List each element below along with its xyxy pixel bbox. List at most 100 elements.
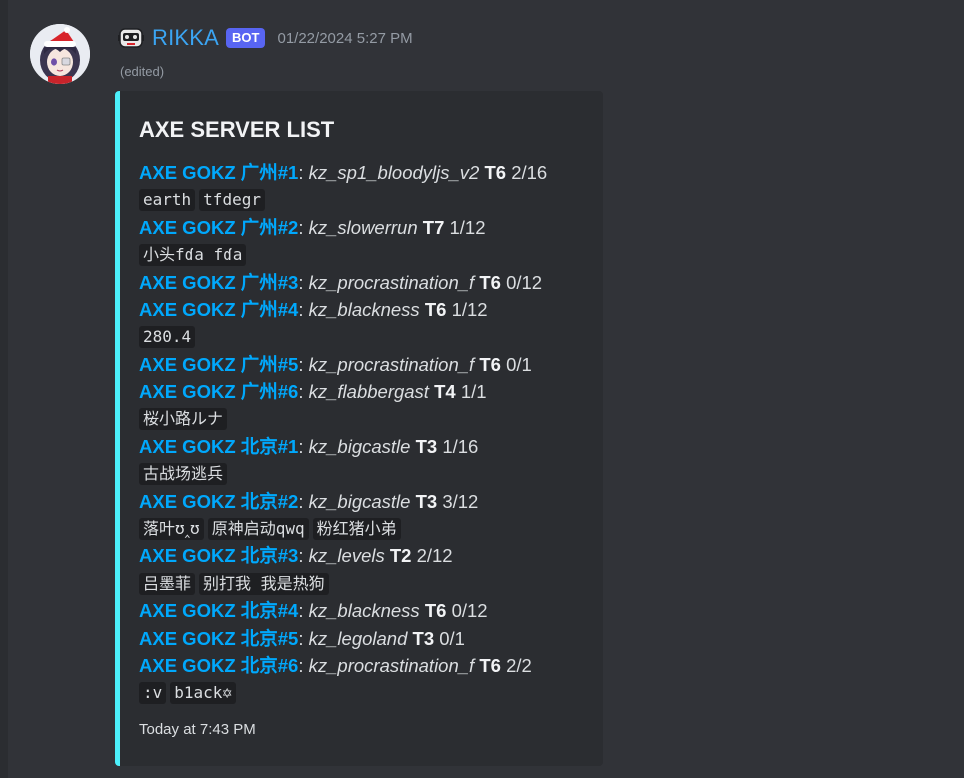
map-tier: T3: [412, 627, 435, 649]
message-timestamp[interactable]: 01/22/2024 5:27 PM: [277, 30, 412, 47]
server-row: AXE GOKZ 广州#5: kz_procrastination_f T6 0…: [139, 351, 599, 378]
map-name: kz_blackness: [308, 600, 420, 622]
player-name: tfdegr: [199, 189, 265, 212]
player-list: 落叶ʊ‸ʊ 原神启动qwq 粉红猪小弟: [139, 515, 599, 542]
map-name: kz_bigcastle: [308, 490, 411, 512]
server-row: AXE GOKZ 广州#4: kz_blackness T6 1/12: [139, 296, 599, 323]
server-name: AXE GOKZ 北京#1: [139, 435, 299, 457]
separator: :: [298, 216, 309, 238]
separator: :: [298, 545, 309, 567]
server-name: AXE GOKZ 广州#3: [139, 271, 299, 293]
server-row: AXE GOKZ 北京#2: kz_bigcastle T3 3/12: [139, 488, 599, 515]
map-tier: T3: [415, 490, 438, 512]
separator: :: [298, 435, 309, 457]
player-count: 1/1: [460, 381, 487, 403]
server-row: AXE GOKZ 北京#4: kz_blackness T6 0/12: [139, 597, 599, 624]
map-tier: T6: [479, 271, 501, 293]
map-name: kz_sp1_bloodyljs_v2: [308, 162, 480, 183]
player-count: 3/12: [442, 490, 479, 512]
server-row: AXE GOKZ 广州#3: kz_procrastination_f T6 0…: [139, 269, 599, 296]
player-count: 1/16: [442, 435, 479, 457]
separator: :: [298, 490, 309, 512]
separator: :: [298, 627, 309, 649]
player-name: earth: [139, 189, 196, 212]
map-tier: T6: [484, 162, 507, 183]
server-list-embed: AXE SERVER LIST AXE GOKZ 广州#1: kz_sp1_bl…: [115, 91, 603, 766]
player-count: 2/16: [511, 162, 548, 183]
player-count: 1/12: [451, 298, 488, 320]
server-name: AXE GOKZ 北京#3: [139, 545, 299, 567]
embed-accent-bar: [115, 91, 120, 766]
player-name: 别打我 我是热狗: [199, 572, 329, 595]
map-name: kz_procrastination_f: [308, 353, 475, 375]
map-tier: T6: [424, 600, 447, 622]
map-tier: T3: [415, 435, 438, 457]
map-tier: T4: [434, 381, 456, 403]
player-name: 落叶ʊ‸ʊ: [139, 517, 204, 540]
user-avatar[interactable]: [30, 24, 90, 84]
message-header: RIKKA BOT 01/22/2024 5:27 PM: [118, 24, 413, 52]
server-row: AXE GOKZ 广州#1: kz_sp1_bloodyljs_v2 T6 2/…: [139, 159, 599, 186]
player-count: 0/12: [506, 271, 543, 293]
robot-face-icon: [118, 28, 144, 48]
player-name: 桜小路ルナ: [139, 408, 228, 431]
server-row: AXE GOKZ 北京#6: kz_procrastination_f T6 2…: [139, 652, 599, 679]
player-name: b1ack✡: [170, 682, 237, 705]
map-tier: T6: [479, 353, 501, 375]
map-tier: T6: [424, 298, 447, 320]
bot-badge: BOT: [226, 28, 266, 48]
server-row: AXE GOKZ 广州#6: kz_flabbergast T4 1/1: [139, 378, 599, 405]
map-name: kz_bigcastle: [308, 435, 411, 457]
map-name: kz_legoland: [308, 627, 408, 649]
player-list: 桜小路ルナ: [139, 406, 599, 433]
server-row: AXE GOKZ 北京#3: kz_levels T2 2/12: [139, 542, 599, 569]
separator: :: [298, 353, 309, 375]
map-name: kz_flabbergast: [308, 381, 429, 403]
embed-footer-timestamp: Today at 7:43 PM: [139, 721, 256, 738]
author-name[interactable]: RIKKA: [152, 25, 219, 51]
embed-title: AXE SERVER LIST: [139, 117, 335, 142]
map-tier: T2: [389, 545, 412, 567]
map-name: kz_levels: [308, 545, 385, 567]
server-name: AXE GOKZ 广州#6: [139, 381, 299, 403]
player-name: 280.4: [139, 326, 196, 349]
separator: :: [298, 655, 309, 677]
separator: :: [298, 298, 309, 320]
server-row: AXE GOKZ 广州#2: kz_slowerrun T7 1/12: [139, 214, 599, 241]
server-name: AXE GOKZ 北京#2: [139, 490, 299, 512]
map-tier: T7: [422, 216, 445, 238]
map-tier: T6: [479, 655, 501, 677]
map-name: kz_procrastination_f: [308, 655, 475, 677]
player-list: :v b1ack✡: [139, 679, 599, 706]
player-count: 2/2: [506, 655, 532, 677]
separator: :: [298, 271, 309, 293]
player-name: 原神启动qwq: [207, 517, 309, 540]
player-name: 小头fɗa fɗa: [139, 243, 247, 266]
separator: :: [298, 162, 309, 183]
server-name: AXE GOKZ 北京#6: [139, 655, 299, 677]
player-count: 2/12: [416, 545, 453, 567]
player-name: 粉红猪小弟: [312, 517, 401, 540]
player-count: 1/12: [449, 216, 486, 238]
player-list: 280.4: [139, 323, 599, 350]
player-list: 吕墨菲 别打我 我是热狗: [139, 570, 599, 597]
map-name: kz_procrastination_f: [308, 271, 475, 293]
server-name: AXE GOKZ 北京#5: [139, 627, 299, 649]
server-name: AXE GOKZ 广州#1: [139, 162, 299, 183]
player-count: 0/1: [506, 353, 532, 375]
player-list: earth tfdegr: [139, 186, 599, 213]
server-name: AXE GOKZ 广州#4: [139, 298, 299, 320]
separator: :: [298, 381, 309, 403]
server-row: AXE GOKZ 北京#5: kz_legoland T3 0/1: [139, 625, 599, 652]
player-name: 古战场逃兵: [139, 462, 228, 485]
edited-indicator: (edited): [120, 64, 165, 79]
avatar-image: [30, 24, 90, 84]
player-name: 吕墨菲: [139, 572, 196, 595]
map-name: kz_slowerrun: [308, 216, 418, 238]
player-count: 0/12: [451, 600, 488, 622]
map-name: kz_blackness: [308, 298, 420, 320]
chat-message: RIKKA BOT 01/22/2024 5:27 PM (edited) AX…: [0, 0, 964, 778]
server-name: AXE GOKZ 广州#2: [139, 216, 299, 238]
separator: :: [298, 600, 309, 622]
server-name: AXE GOKZ 广州#5: [139, 353, 299, 375]
